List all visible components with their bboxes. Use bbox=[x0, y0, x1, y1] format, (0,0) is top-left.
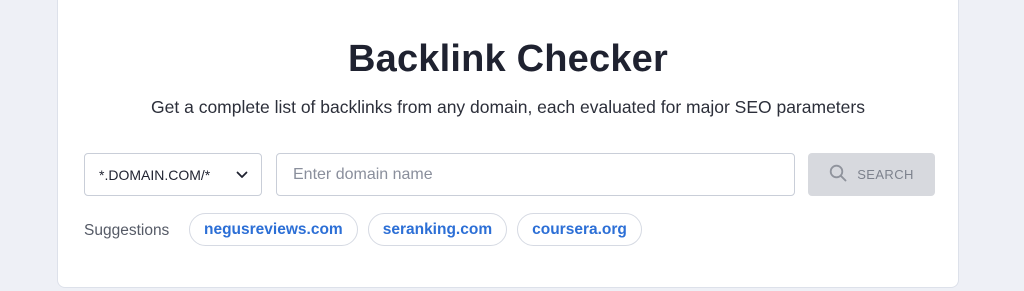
chevron-down-icon bbox=[235, 168, 249, 182]
search-button[interactable]: SEARCH bbox=[808, 153, 935, 196]
suggestion-chips: negusreviews.com seranking.com coursera.… bbox=[189, 213, 642, 246]
domain-input[interactable] bbox=[276, 153, 795, 196]
suggestion-chip[interactable]: coursera.org bbox=[517, 213, 642, 246]
search-icon bbox=[829, 164, 847, 185]
page-title: Backlink Checker bbox=[347, 38, 669, 80]
suggestions-label: Suggestions bbox=[84, 222, 170, 239]
suggestion-chip[interactable]: seranking.com bbox=[367, 213, 508, 246]
search-button-label: SEARCH bbox=[857, 167, 914, 182]
page-subtitle: Get a complete list of backlinks from an… bbox=[151, 97, 865, 117]
backlink-checker-card: Backlink Checker Get a complete list of … bbox=[57, 0, 959, 288]
domain-mode-value: *.DOMAIN.COM/* bbox=[99, 166, 211, 183]
domain-mode-select[interactable]: *.DOMAIN.COM/* bbox=[84, 153, 262, 196]
suggestion-chip[interactable]: negusreviews.com bbox=[189, 213, 358, 246]
